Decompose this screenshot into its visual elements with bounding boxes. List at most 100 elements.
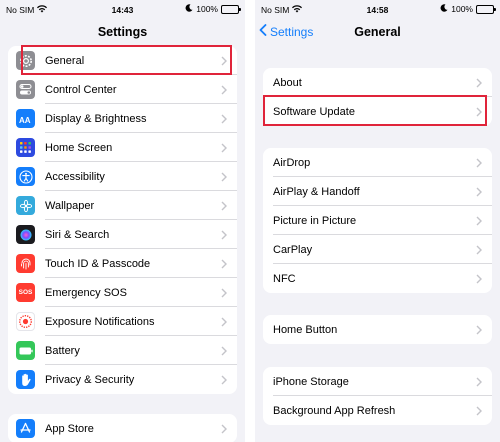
page-title: Settings (97, 25, 148, 39)
settings-item-accessibility[interactable]: Accessibility (8, 162, 237, 191)
settings-item-display[interactable]: AA Display & Brightness (8, 104, 237, 133)
settings-item-app-store[interactable]: App Store (8, 414, 237, 442)
hand-icon (16, 370, 35, 389)
settings-item-label: App Store (45, 422, 94, 435)
chevron-right-icon (472, 187, 486, 197)
settings-list: General Control Center AA Display & Brig… (8, 46, 237, 394)
general-item-label: Background App Refresh (273, 404, 396, 417)
status-bar: No SIM 14:58 100% (255, 0, 500, 20)
settings-item-touch-id[interactable]: Touch ID & Passcode (8, 249, 237, 278)
general-item-label: NFC (273, 272, 296, 285)
sos-icon: SOS (16, 283, 35, 302)
settings-item-exposure-notifications[interactable]: Exposure Notifications (8, 307, 237, 336)
flower-icon (16, 196, 35, 215)
general-item-airplay-handoff[interactable]: AirPlay & Handoff (263, 177, 492, 206)
general-item-label: Home Button (273, 323, 338, 336)
general-group-storage: iPhone Storage Background App Refresh (263, 367, 492, 425)
settings-item-label: Siri & Search (45, 228, 110, 241)
settings-item-battery[interactable]: Battery (8, 336, 237, 365)
battery-icon (476, 4, 496, 14)
general-item-label: CarPlay (273, 243, 313, 256)
settings-list-store: App Store (8, 414, 237, 442)
settings-item-wallpaper[interactable]: Wallpaper (8, 191, 237, 220)
nav-bar: Settings General (255, 20, 500, 44)
settings-item-home-screen[interactable]: Home Screen (8, 133, 237, 162)
settings-item-label: Privacy & Security (45, 373, 135, 386)
battery-icon (16, 341, 35, 360)
chevron-right-icon (472, 107, 486, 117)
settings-item-control-center[interactable]: Control Center (8, 75, 237, 104)
chevron-right-icon (217, 114, 231, 124)
chevron-right-icon (217, 375, 231, 385)
svg-text:AA: AA (19, 116, 31, 124)
chevron-right-icon (472, 274, 486, 284)
general-item-label: Software Update (273, 105, 355, 118)
settings-item-privacy[interactable]: Privacy & Security (8, 365, 237, 394)
chevron-right-icon (472, 406, 486, 416)
general-item-label: Picture in Picture (273, 214, 357, 227)
general-item-airdrop[interactable]: AirDrop (263, 148, 492, 177)
general-item-carplay[interactable]: CarPlay (263, 235, 492, 264)
toggles-icon (16, 80, 35, 99)
general-item-label: iPhone Storage (273, 375, 349, 388)
general-item-label: About (273, 76, 302, 89)
settings-item-label: Emergency SOS (45, 286, 127, 299)
general-item-background-app-refresh[interactable]: Background App Refresh (263, 396, 492, 425)
general-item-label: AirDrop (273, 156, 311, 169)
general-group-connectivity: AirDrop AirPlay & Handoff Picture in Pic… (263, 148, 492, 293)
fingerprint-icon (16, 254, 35, 273)
general-item-home-button[interactable]: Home Button (263, 315, 492, 344)
settings-item-label: Battery (45, 344, 80, 357)
general-group-home: Home Button (263, 315, 492, 344)
general-item-picture-in-picture[interactable]: Picture in Picture (263, 206, 492, 235)
general-screen: No SIM 14:58 100% Settings General About (255, 0, 500, 442)
general-item-about[interactable]: About (263, 68, 492, 97)
chevron-right-icon (217, 201, 231, 211)
settings-item-label: Exposure Notifications (45, 315, 155, 328)
chevron-right-icon (217, 424, 231, 434)
settings-item-label: Touch ID & Passcode (45, 257, 151, 270)
moon-icon (185, 4, 193, 14)
settings-item-label: Wallpaper (45, 199, 95, 212)
settings-item-siri[interactable]: Siri & Search (8, 220, 237, 249)
settings-item-label: General (45, 54, 85, 67)
chevron-right-icon (217, 288, 231, 298)
chevron-right-icon (472, 216, 486, 226)
moon-icon (440, 4, 448, 14)
general-item-nfc[interactable]: NFC (263, 264, 492, 293)
battery-percent: 100% (451, 4, 473, 14)
app-store-icon (16, 419, 35, 438)
chevron-right-icon (217, 56, 231, 66)
app-grid-icon (16, 138, 35, 157)
chevron-right-icon (217, 143, 231, 153)
chevron-right-icon (472, 78, 486, 88)
chevron-right-icon (472, 158, 486, 168)
page-title: General (354, 25, 401, 39)
chevron-right-icon (217, 259, 231, 269)
general-group-about: About Software Update (263, 68, 492, 126)
battery-percent: 100% (196, 4, 218, 14)
exposure-icon (16, 312, 35, 331)
settings-item-label: Control Center (45, 83, 117, 96)
status-bar: No SIM 14:43 100% (0, 0, 245, 20)
chevron-right-icon (217, 317, 231, 327)
gear-icon (16, 51, 35, 70)
chevron-right-icon (217, 172, 231, 182)
settings-item-label: Display & Brightness (45, 112, 147, 125)
nav-bar: Settings (0, 20, 245, 44)
chevron-right-icon (472, 245, 486, 255)
settings-item-general[interactable]: General (8, 46, 237, 75)
siri-icon (16, 225, 35, 244)
settings-item-label: Home Screen (45, 141, 113, 154)
general-item-label: AirPlay & Handoff (273, 185, 360, 198)
text-size-icon: AA (16, 109, 35, 128)
general-item-iphone-storage[interactable]: iPhone Storage (263, 367, 492, 396)
chevron-right-icon (472, 377, 486, 387)
accessibility-icon (16, 167, 35, 186)
chevron-right-icon (472, 325, 486, 335)
general-item-software-update[interactable]: Software Update (263, 97, 492, 126)
settings-item-emergency-sos[interactable]: SOS Emergency SOS (8, 278, 237, 307)
settings-item-label: Accessibility (45, 170, 105, 183)
chevron-right-icon (217, 230, 231, 240)
battery-icon (221, 4, 241, 14)
